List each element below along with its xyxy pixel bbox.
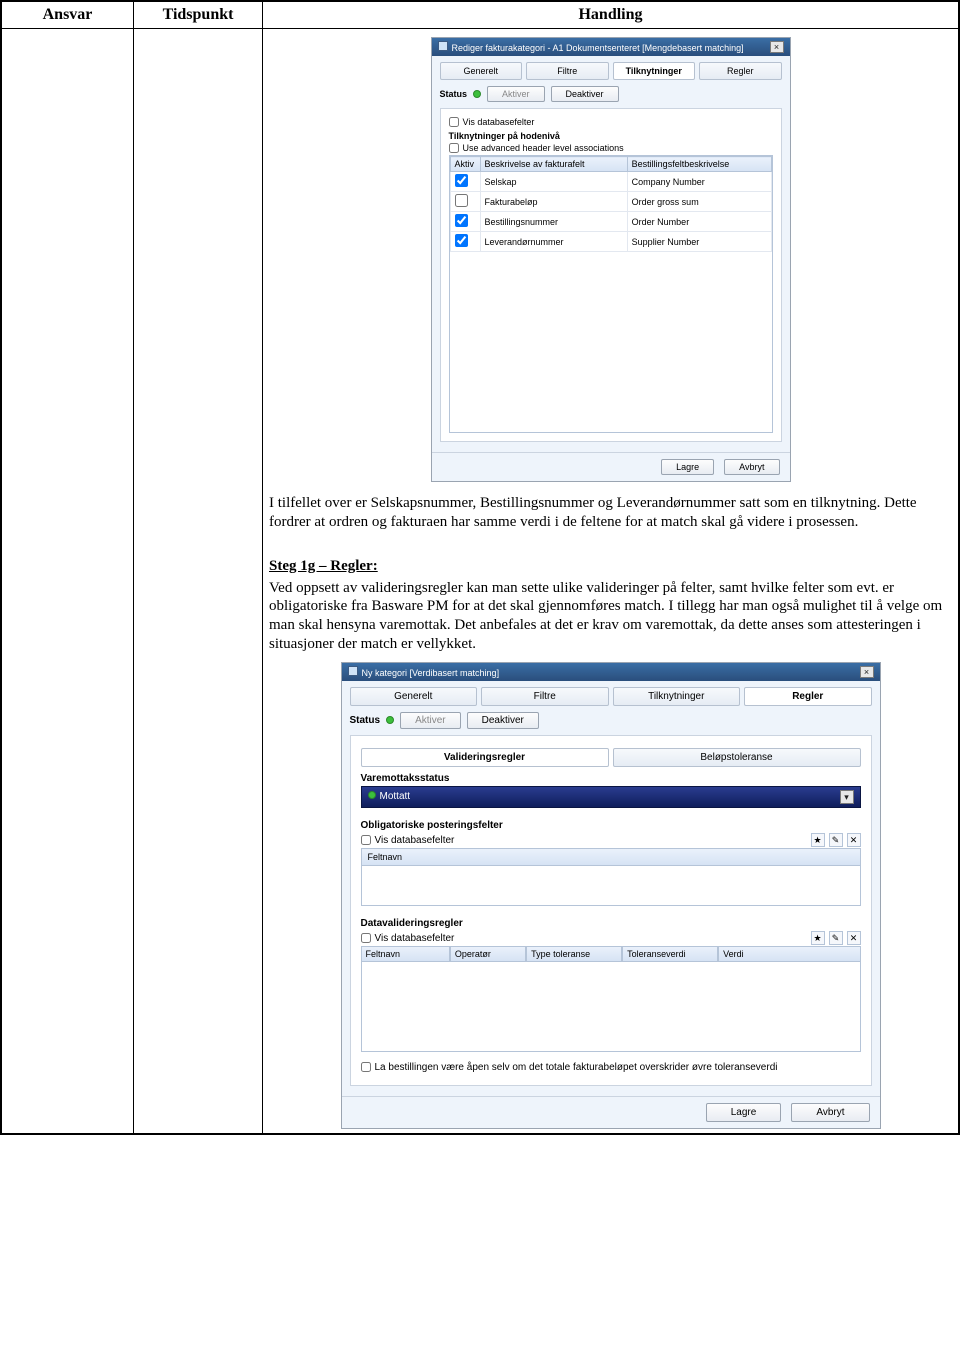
advanced-assoc-checkbox[interactable] — [449, 143, 459, 153]
col-ansvar: Ansvar — [2, 2, 134, 29]
status-led — [473, 90, 481, 98]
titlebar: Ny kategori [Verdibasert matching] × — [342, 663, 880, 681]
cell-tidspunkt — [134, 29, 263, 1134]
paragraph-2: Ved oppsett av valideringsregler kan man… — [269, 579, 952, 654]
tab-filtre[interactable]: Filtre — [526, 62, 609, 80]
row-active-checkbox[interactable] — [455, 234, 468, 247]
cell: Order Number — [627, 212, 771, 232]
delete-icon[interactable]: ✕ — [847, 931, 861, 945]
select-value: Mottatt — [380, 791, 411, 802]
edit-icon[interactable]: ✎ — [829, 931, 843, 945]
cell-handling: Rediger fakturakategori - A1 Dokumentsen… — [263, 29, 959, 1134]
dataval-grid-empty — [361, 962, 861, 1052]
row-active-checkbox[interactable] — [455, 174, 468, 187]
status-led — [386, 716, 394, 724]
vis-db-checkbox-3[interactable] — [361, 933, 371, 943]
tab-tilknytninger[interactable]: Tilknytninger — [613, 687, 741, 706]
save-button[interactable]: Lagre — [706, 1103, 782, 1122]
oblig-grid-empty — [361, 866, 861, 906]
step-heading: Steg 1g – Regler: — [269, 558, 952, 575]
close-icon[interactable]: × — [770, 41, 784, 53]
titlebar: Rediger fakturakategori - A1 Dokumentsen… — [432, 38, 790, 56]
app-icon — [438, 41, 448, 51]
save-button[interactable]: Lagre — [661, 459, 714, 475]
status-label: Status — [350, 715, 381, 726]
tab-generelt[interactable]: Generelt — [440, 62, 523, 80]
vis-db-label-2: Vis databasefelter — [375, 835, 455, 846]
col-verdi[interactable]: Verdi — [718, 946, 860, 962]
cell: Leverandørnummer — [480, 232, 627, 252]
dialog-title: Ny kategori [Verdibasert matching] — [362, 668, 500, 678]
tilknytning-grid: Aktiv Beskrivelse av fakturafelt Bestill… — [450, 156, 772, 252]
cell: Fakturabeløp — [480, 192, 627, 212]
cell: Selskap — [480, 172, 627, 192]
star-icon[interactable]: ★ — [811, 931, 825, 945]
status-led-icon — [368, 791, 376, 799]
vis-db-label-3: Vis databasefelter — [375, 933, 455, 944]
col-tidspunkt: Tidspunkt — [134, 2, 263, 29]
section-obligatoriske: Obligatoriske posteringsfelter — [361, 820, 861, 831]
col-feltnavn[interactable]: Feltnavn — [361, 946, 450, 962]
dialog-title: Rediger fakturakategori - A1 Dokumentsen… — [452, 43, 744, 53]
cell: Supplier Number — [627, 232, 771, 252]
grid-empty-area — [450, 252, 772, 432]
tab-generelt[interactable]: Generelt — [350, 687, 478, 706]
col-handling: Handling — [263, 2, 959, 29]
app-icon — [348, 666, 358, 676]
vis-db-checkbox[interactable] — [449, 117, 459, 127]
deactivate-button[interactable]: Deaktiver — [467, 712, 539, 729]
tab-filtre[interactable]: Filtre — [481, 687, 609, 706]
col-type-toleranse[interactable]: Type toleranse — [526, 946, 622, 962]
cell: Bestillingsnummer — [480, 212, 627, 232]
close-icon[interactable]: × — [860, 666, 874, 678]
la-bestilling-label: La bestillingen være åpen selv om det to… — [375, 1062, 778, 1073]
section-dataval: Datavalideringsregler — [361, 918, 861, 929]
dialog-regler: Ny kategori [Verdibasert matching] × Gen… — [341, 662, 881, 1129]
star-icon[interactable]: ★ — [811, 833, 825, 847]
col-bestillingsfelt[interactable]: Bestillingsfeltbeskrivelse — [627, 157, 771, 172]
edit-icon[interactable]: ✎ — [829, 833, 843, 847]
status-label: Status — [440, 89, 468, 99]
cell: Company Number — [627, 172, 771, 192]
dataval-grid-header: Feltnavn Operatør Type toleranse Toleran… — [361, 946, 861, 962]
activate-button[interactable]: Aktiver — [487, 86, 545, 102]
table-row[interactable]: Fakturabeløp Order gross sum — [450, 192, 771, 212]
table-row[interactable]: Leverandørnummer Supplier Number — [450, 232, 771, 252]
subtab-belopstoleranse[interactable]: Beløpstoleranse — [613, 748, 861, 767]
la-bestilling-checkbox[interactable] — [361, 1062, 371, 1072]
cancel-button[interactable]: Avbryt — [724, 459, 779, 475]
varemottak-select[interactable]: Mottatt ▾ — [361, 786, 861, 808]
table-row[interactable]: Selskap Company Number — [450, 172, 771, 192]
tab-tilknytninger[interactable]: Tilknytninger — [613, 62, 696, 80]
paragraph-1: I tilfellet over er Selskapsnummer, Best… — [269, 494, 952, 532]
row-active-checkbox[interactable] — [455, 214, 468, 227]
cell-ansvar — [2, 29, 134, 1134]
subtab-valideringsregler[interactable]: Valideringsregler — [361, 748, 609, 767]
row-active-checkbox[interactable] — [455, 194, 468, 207]
cancel-button[interactable]: Avbryt — [791, 1103, 869, 1122]
section-tilknytninger-hode: Tilknytninger på hodenivå — [449, 131, 773, 141]
advanced-assoc-label: Use advanced header level associations — [463, 143, 624, 153]
tab-regler[interactable]: Regler — [744, 687, 872, 706]
section-varemottak: Varemottaksstatus — [361, 773, 861, 784]
col-toleranseverdi[interactable]: Toleranseverdi — [622, 946, 718, 962]
oblig-grid-header[interactable]: Feltnavn — [361, 848, 861, 866]
table-row[interactable]: Bestillingsnummer Order Number — [450, 212, 771, 232]
activate-button[interactable]: Aktiver — [400, 712, 461, 729]
vis-db-label: Vis databasefelter — [463, 117, 535, 127]
col-operator[interactable]: Operatør — [450, 946, 526, 962]
col-aktiv[interactable]: Aktiv — [450, 157, 480, 172]
chevron-down-icon[interactable]: ▾ — [840, 790, 854, 804]
col-beskrivelse-faktura[interactable]: Beskrivelse av fakturafelt — [480, 157, 627, 172]
cell: Order gross sum — [627, 192, 771, 212]
tab-regler[interactable]: Regler — [699, 62, 782, 80]
dialog-tilknytninger: Rediger fakturakategori - A1 Dokumentsen… — [431, 37, 791, 482]
deactivate-button[interactable]: Deaktiver — [551, 86, 619, 102]
vis-db-checkbox-2[interactable] — [361, 835, 371, 845]
delete-icon[interactable]: ✕ — [847, 833, 861, 847]
